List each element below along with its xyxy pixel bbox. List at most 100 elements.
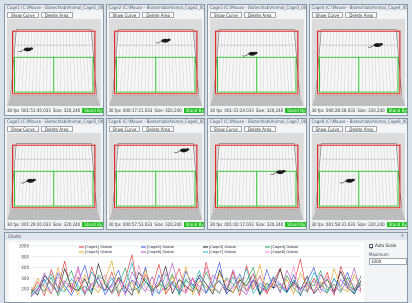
cage-toolbar: Show Curve Delete Area bbox=[310, 11, 408, 19]
delete-area-button[interactable]: Delete Area bbox=[40, 126, 73, 132]
size-label: Size: 320,240 bbox=[255, 108, 284, 113]
cage-panel: Cage6 (C:\Mouse - Biotechlab\Animal_Cage… bbox=[105, 118, 205, 230]
cage-status: 30 fps 000:57:53.033 Size: 320,240 Stand By bbox=[107, 220, 204, 229]
cage-panel: Cage4 (C:\Mouse - Biotechlab\Animal_Cage… bbox=[308, 4, 408, 116]
status-badge: Stand By bbox=[386, 222, 407, 227]
delete-area-button[interactable]: Delete Area bbox=[142, 126, 174, 132]
show-curve-button[interactable]: Show Curve bbox=[7, 12, 39, 18]
cage-grid: Cage1 (C:\Mouse - Biotechlab\Animal_Cage… bbox=[4, 4, 408, 230]
cage-panel: Cage2 (C:\Mouse - Biotechlab\Animal_Cage… bbox=[105, 4, 205, 116]
delete-area-button[interactable]: Delete Area bbox=[142, 12, 174, 18]
status-badge: Stand By bbox=[285, 222, 306, 227]
maximum-label: Maximum bbox=[369, 252, 389, 257]
y-tick-label: 1000 bbox=[19, 244, 30, 249]
cage-drawing bbox=[210, 19, 304, 106]
cage-status: 30 fps 001:31:24.033 Size: 320,240 Stand By bbox=[208, 106, 306, 115]
chart-options: Auto Scale Maximum 1000 bbox=[369, 243, 407, 265]
delete-area-button[interactable]: Delete Area bbox=[345, 126, 377, 132]
cage-status: 30 fps 000:17:21.033 Size: 320,240 Stand By bbox=[107, 106, 204, 115]
fps-label: 30 fps bbox=[210, 222, 223, 227]
fps-label: 30 fps bbox=[311, 222, 324, 227]
legend-label: [Cage3] Global bbox=[209, 245, 236, 249]
cage-video[interactable] bbox=[108, 19, 202, 106]
activity-chart: 1000 800 600 400 200 [Cage1] Global [Cage2] Gl… bbox=[9, 242, 364, 302]
size-label: Size: 320,240 bbox=[255, 222, 284, 227]
delete-area-button[interactable]: Delete Area bbox=[243, 12, 276, 18]
show-curve-button[interactable]: Show Curve bbox=[108, 126, 141, 132]
cage-video[interactable] bbox=[311, 133, 405, 220]
y-tick-label: 600 bbox=[21, 265, 29, 270]
cage-video[interactable] bbox=[7, 19, 101, 106]
size-label: Size: 320,240 bbox=[357, 108, 385, 113]
cage-status: 30 fps 000:28:28.033 Size: 320,240 Stand By bbox=[310, 106, 407, 115]
cage-status: 30 fps 001:29:20.033 Size: 320,240 Stand By bbox=[5, 220, 103, 229]
cage-toolbar: Show Curve Delete Area bbox=[107, 125, 205, 133]
cage-toolbar: Show Curve Delete Area bbox=[310, 125, 408, 133]
y-tick-label: 200 bbox=[21, 287, 29, 292]
show-curve-button[interactable]: Show Curve bbox=[108, 12, 141, 18]
cage-panel: Cage5 (C:\Mouse - Biotechlab\Animal_Cage… bbox=[4, 118, 104, 230]
cage-panel: Cage8 (C:\Mouse - Biotechlab\Animal_Cage… bbox=[308, 118, 408, 230]
cage-toolbar: Show Curve Delete Area bbox=[208, 11, 306, 19]
cage-panel: Cage7 (C:\Mouse - Biotechlab\Animal_Cage… bbox=[207, 118, 307, 230]
legend-label: [Cage4] Global bbox=[271, 245, 298, 249]
legend-label: [Cage6] Global bbox=[147, 250, 174, 254]
show-curve-button[interactable]: Show Curve bbox=[311, 126, 344, 132]
cage-panel: Cage3 (C:\Mouse - Biotechlab\Animal_Cage… bbox=[207, 4, 307, 116]
delete-area-button[interactable]: Delete Area bbox=[40, 12, 73, 18]
legend-label: [Cage1] Global bbox=[85, 245, 112, 249]
size-label: Size: 320,240 bbox=[154, 108, 182, 113]
auto-scale-label: Auto Scale bbox=[375, 243, 397, 248]
auto-scale-checkbox[interactable]: Auto Scale bbox=[369, 243, 407, 249]
cage-toolbar: Show Curve Delete Area bbox=[5, 11, 103, 19]
fps-label: 30 fps bbox=[108, 222, 121, 227]
cage-toolbar: Show Curve Delete Area bbox=[107, 11, 205, 19]
cage-video[interactable] bbox=[7, 133, 101, 220]
status-badge: Stand By bbox=[183, 108, 204, 113]
time-label: 000:57:53.033 bbox=[122, 222, 153, 227]
cage-video[interactable] bbox=[210, 19, 304, 106]
fps-label: 30 fps bbox=[7, 222, 20, 227]
cage-video[interactable] bbox=[210, 133, 304, 220]
size-label: Size: 320,240 bbox=[52, 108, 81, 113]
cage-drawing bbox=[7, 19, 101, 106]
checkbox-icon[interactable] bbox=[369, 243, 373, 249]
cage-status: 30 fps 001:51:45.033 Size: 320,240 Stand By bbox=[5, 106, 103, 115]
time-label: 001:51:45.033 bbox=[21, 108, 51, 113]
legend-label: [Cage5] Global bbox=[85, 250, 112, 254]
delete-area-button[interactable]: Delete Area bbox=[243, 126, 276, 132]
size-label: Size: 320,240 bbox=[52, 222, 81, 227]
charts-title: Charts bbox=[5, 233, 407, 240]
show-curve-button[interactable]: Show Curve bbox=[311, 12, 344, 18]
fps-label: 30 fps bbox=[210, 108, 223, 113]
cage-panel: Cage1 (C:\Mouse - Biotechlab\Animal_Cage… bbox=[4, 4, 104, 116]
time-label: 001:31:24.033 bbox=[224, 108, 254, 113]
time-label: 001:29:20.033 bbox=[21, 222, 51, 227]
show-curve-button[interactable]: Show Curve bbox=[7, 126, 39, 132]
show-curve-button[interactable]: Show Curve bbox=[210, 12, 242, 18]
cage-drawing bbox=[311, 19, 405, 106]
size-label: Size: 320,240 bbox=[154, 222, 182, 227]
cage-toolbar: Show Curve Delete Area bbox=[208, 125, 306, 133]
cage-drawing bbox=[7, 133, 101, 220]
maximum-input[interactable]: 1000 bbox=[369, 258, 407, 265]
status-badge: Stand By bbox=[285, 108, 306, 113]
show-curve-button[interactable]: Show Curve bbox=[210, 126, 242, 132]
cage-drawing bbox=[210, 133, 304, 220]
legend-label: [Cage8] Global bbox=[271, 250, 298, 254]
delete-area-button[interactable]: Delete Area bbox=[345, 12, 377, 18]
fps-label: 30 fps bbox=[7, 108, 20, 113]
cage-video[interactable] bbox=[311, 19, 405, 106]
close-icon[interactable]: ✕ bbox=[401, 233, 404, 238]
cage-status: 30 fps 001:58:31.033 Size: 320,240 Stand By bbox=[310, 220, 407, 229]
fps-label: 30 fps bbox=[108, 108, 121, 113]
status-badge: Stand By bbox=[82, 108, 103, 113]
status-badge: Stand By bbox=[183, 222, 204, 227]
cage-drawing bbox=[108, 133, 202, 220]
legend-label: [Cage7] Global bbox=[209, 250, 236, 254]
legend-label: [Cage2] Global bbox=[147, 245, 174, 249]
size-label: Size: 320,240 bbox=[357, 222, 385, 227]
cage-video[interactable] bbox=[108, 133, 202, 220]
time-label: 001:02:17.033 bbox=[224, 222, 254, 227]
cage-drawing bbox=[311, 133, 405, 220]
